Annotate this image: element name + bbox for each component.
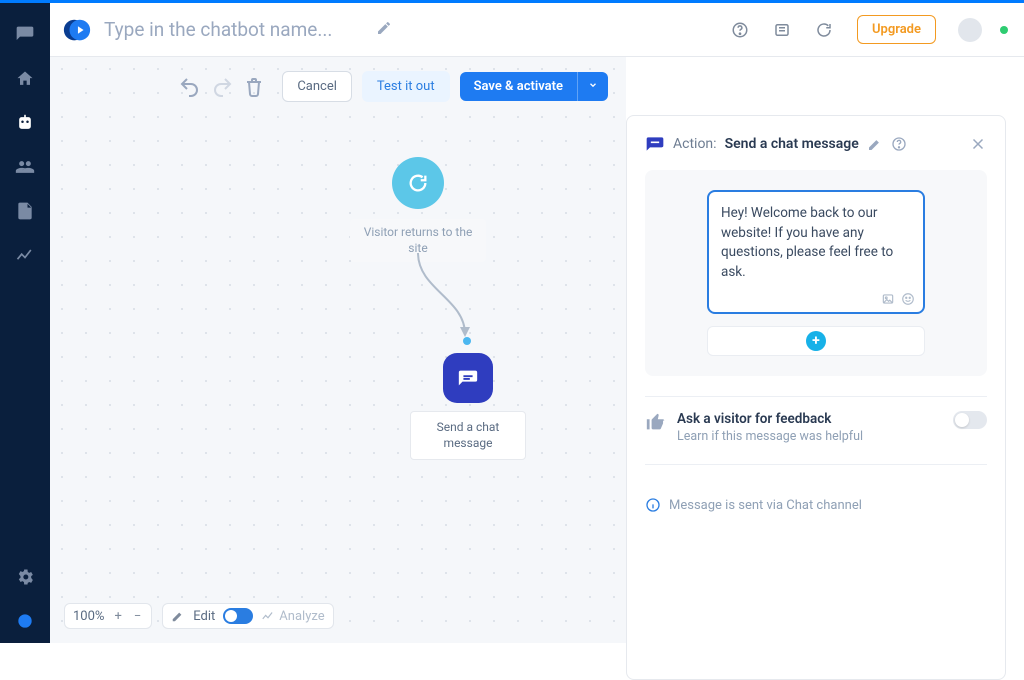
- action-node-label: Send a chat message: [410, 411, 526, 460]
- flow-connector: [415, 249, 515, 349]
- start-node[interactable]: [392, 157, 444, 209]
- plus-icon: +: [806, 331, 826, 351]
- chevron-down-icon: [588, 80, 598, 90]
- chart-line-icon: [15, 245, 35, 265]
- undo-button[interactable]: [178, 75, 202, 99]
- flow-canvas[interactable]: Cancel Test it out Save & activate Visit…: [50, 57, 626, 643]
- zoom-in-button[interactable]: +: [112, 609, 123, 624]
- sidebar-item-templates[interactable]: [0, 189, 50, 233]
- people-icon: [15, 157, 35, 177]
- panel-title: Send a chat message: [725, 136, 859, 152]
- zoom-out-button[interactable]: −: [132, 609, 143, 624]
- add-message-button[interactable]: +: [707, 326, 925, 356]
- message-editor-card: Hey! Welcome back to our website! If you…: [645, 170, 987, 376]
- help-button[interactable]: [725, 15, 755, 45]
- channel-info: Message is sent via Chat channel: [645, 497, 987, 513]
- status-indicator: [1000, 26, 1008, 34]
- feedback-title: Ask a visitor for feedback: [677, 411, 863, 427]
- pencil-icon: [171, 609, 185, 623]
- redo-button[interactable]: [210, 75, 234, 99]
- canvas-toolbar: Cancel Test it out Save & activate: [178, 71, 608, 102]
- upgrade-button[interactable]: Upgrade: [857, 15, 936, 44]
- edit-analyze-toggle[interactable]: [223, 608, 253, 624]
- sidebar-item-chat[interactable]: [0, 13, 50, 57]
- zoom-control: 100% + −: [64, 603, 152, 629]
- image-icon[interactable]: [881, 292, 895, 306]
- feedback-toggle-row: Ask a visitor for feedback Learn if this…: [645, 411, 987, 444]
- pencil-icon: [867, 136, 883, 152]
- edit-mode-label: Edit: [193, 609, 215, 624]
- sidebar-item-settings[interactable]: [0, 555, 50, 599]
- message-text: Hey! Welcome back to our website! If you…: [721, 205, 893, 280]
- mode-switcher: Edit Analyze: [162, 603, 333, 629]
- panel-close-button[interactable]: [969, 135, 987, 153]
- message-textarea[interactable]: Hey! Welcome back to our website! If you…: [707, 190, 925, 314]
- pencil-icon: [376, 20, 392, 36]
- panel-prefix: Action:: [673, 136, 717, 152]
- info-icon: [645, 497, 661, 513]
- zoom-value: 100%: [73, 609, 104, 624]
- sidebar-item-contacts[interactable]: [0, 145, 50, 189]
- restart-icon: [407, 172, 429, 194]
- home-icon: [15, 69, 35, 89]
- message-icon: [645, 134, 665, 154]
- panel-edit-button[interactable]: [867, 136, 883, 152]
- redo-icon: [210, 75, 234, 99]
- bottom-toolbar: 100% + − Edit Analyze: [64, 603, 334, 629]
- help-circle-icon: [891, 136, 907, 152]
- news-icon: [773, 21, 791, 39]
- chatbot-name-input[interactable]: [104, 18, 364, 41]
- action-node[interactable]: [443, 353, 493, 403]
- user-avatar[interactable]: [958, 18, 982, 42]
- left-sidebar: [0, 3, 50, 643]
- node-port[interactable]: [463, 337, 471, 345]
- trash-icon: [242, 75, 266, 99]
- panel-help-button[interactable]: [891, 136, 907, 152]
- feedback-subtitle: Learn if this message was helpful: [677, 429, 863, 444]
- cancel-button[interactable]: Cancel: [282, 71, 352, 102]
- sidebar-item-chatbot[interactable]: [0, 101, 50, 145]
- help-circle-icon: [731, 21, 749, 39]
- robot-icon: [15, 113, 35, 133]
- logo-icon: [62, 15, 92, 45]
- refresh-button[interactable]: [809, 15, 839, 45]
- message-icon: [457, 367, 479, 389]
- feedback-toggle[interactable]: [953, 411, 987, 429]
- analyze-mode-label: Analyze: [279, 609, 324, 624]
- emoji-icon[interactable]: [901, 292, 915, 306]
- sidebar-item-home[interactable]: [0, 57, 50, 101]
- chat-bubble-icon: [15, 25, 35, 45]
- save-activate-dropdown[interactable]: [577, 72, 608, 101]
- brand-blob-icon: [15, 611, 35, 631]
- edit-name-button[interactable]: [376, 20, 392, 40]
- delete-button[interactable]: [242, 75, 266, 99]
- app-logo: [62, 15, 92, 45]
- gear-icon: [15, 567, 35, 587]
- close-icon: [969, 135, 987, 153]
- sidebar-item-analytics[interactable]: [0, 233, 50, 277]
- action-panel: Action: Send a chat message Hey!: [626, 115, 1006, 680]
- undo-icon: [178, 75, 202, 99]
- save-activate-button[interactable]: Save & activate: [460, 72, 577, 101]
- news-button[interactable]: [767, 15, 797, 45]
- sidebar-item-brand[interactable]: [0, 599, 50, 643]
- start-node-label: Visitor returns to the site: [350, 219, 486, 262]
- channel-info-text: Message is sent via Chat channel: [669, 498, 862, 513]
- test-button[interactable]: Test it out: [362, 71, 450, 102]
- analyze-icon: [261, 609, 275, 623]
- refresh-icon: [815, 21, 833, 39]
- thumbs-icon: [645, 411, 667, 433]
- document-icon: [15, 201, 35, 221]
- top-header: Upgrade: [50, 3, 1024, 57]
